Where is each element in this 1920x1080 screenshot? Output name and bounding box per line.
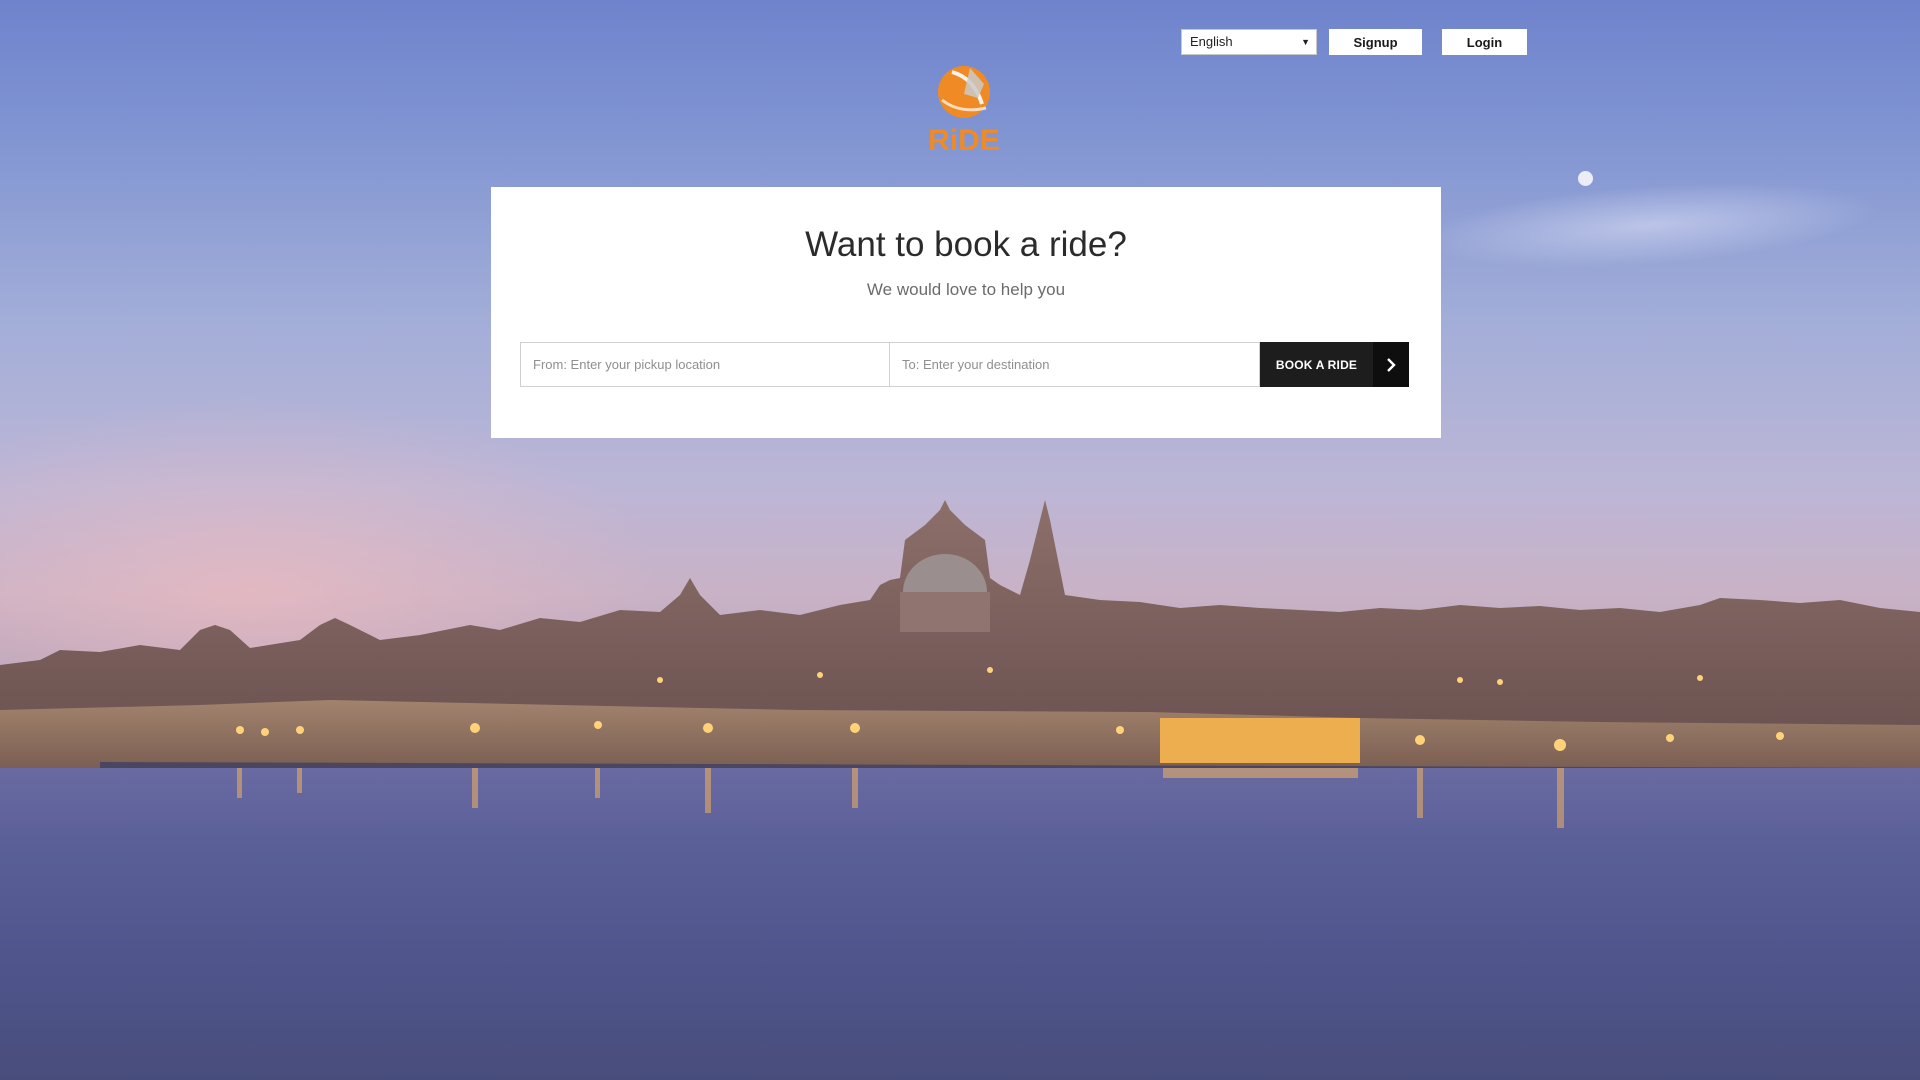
- destination-input[interactable]: [890, 342, 1260, 387]
- language-selected: English: [1190, 34, 1233, 49]
- light-reflections: [237, 768, 1564, 828]
- booking-card: Want to book a ride? We would love to he…: [491, 187, 1441, 438]
- signup-button[interactable]: Signup: [1329, 29, 1422, 55]
- logo-text: RiDE: [928, 124, 1000, 154]
- dropdown-arrow-icon: ▼: [1301, 37, 1310, 47]
- moon: [1578, 171, 1593, 186]
- chevron-right-icon: [1373, 342, 1409, 387]
- city-skyline: [0, 500, 1920, 780]
- landing-page: English ▼ Signup Login RiDE Want to book…: [0, 0, 1920, 1080]
- page-subtitle: We would love to help you: [866, 280, 1066, 299]
- cloud: [1417, 169, 1883, 281]
- booking-form: BOOK A RIDE: [520, 342, 1409, 387]
- ride-logo[interactable]: RiDE: [912, 64, 1016, 154]
- top-bar: English ▼ Signup Login: [1181, 29, 1527, 55]
- book-a-ride-label: BOOK A RIDE: [1275, 357, 1358, 372]
- book-a-ride-button[interactable]: BOOK A RIDE: [1260, 342, 1409, 387]
- login-button[interactable]: Login: [1442, 29, 1527, 55]
- pickup-input[interactable]: [520, 342, 890, 387]
- page-title: Want to book a ride?: [805, 225, 1127, 264]
- language-select[interactable]: English ▼: [1181, 29, 1317, 55]
